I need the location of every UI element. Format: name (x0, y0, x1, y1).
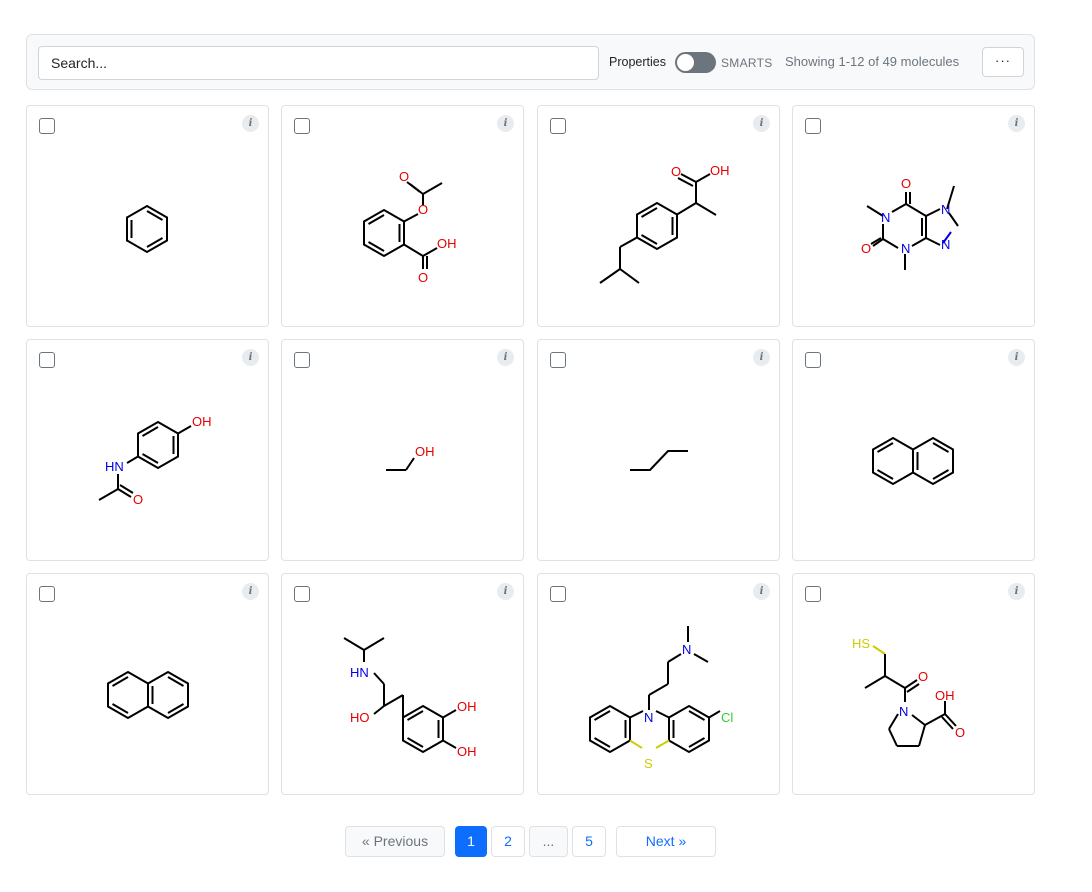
structure-benzene (126, 204, 168, 254)
atom-label: O (918, 669, 928, 684)
smarts-label: SMARTS (721, 56, 773, 70)
molecule-card-aspirin[interactable]: i O O OH O (281, 105, 524, 327)
molecule-card-caffeine[interactable]: i O N N O N N (792, 105, 1035, 327)
atom-label: O (671, 164, 681, 179)
toolbar: Properties SMARTS Showing 1-12 of 49 mol… (26, 34, 1035, 90)
molecule-card-naphthalene-2[interactable]: i (26, 573, 269, 795)
atom-label: HO (350, 710, 370, 725)
atom-label: O (955, 725, 965, 740)
atom-label: OH (935, 688, 955, 703)
molecule-card-benzene[interactable]: i (26, 105, 269, 327)
structure-ibuprofen: O OH (599, 163, 730, 284)
structure-butane (630, 450, 688, 471)
molecule-card-butane[interactable]: i (537, 339, 780, 561)
molecule-card-chlorpromazine[interactable]: i N N Cl S (537, 573, 780, 795)
structure-isoproterenol: HN HO OH OH (343, 637, 477, 759)
structure-paracetamol: OH HN O (98, 414, 212, 507)
toggle-knob (677, 54, 694, 71)
structure-naphthalene (107, 670, 189, 720)
previous-page-button[interactable]: « Previous (345, 826, 445, 857)
more-options-button[interactable]: ··· (982, 47, 1024, 77)
page-2-button[interactable]: 2 (491, 826, 525, 857)
atom-label: O (418, 270, 428, 285)
atom-label: N (901, 241, 910, 256)
atom-label: Cl (721, 710, 733, 725)
atom-label: O (133, 492, 143, 507)
structure-naphthalene (872, 436, 954, 486)
atom-label: OH (415, 444, 435, 459)
structure-ethanol: OH (386, 444, 435, 471)
atom-label: HN (350, 665, 369, 680)
structure-aspirin: O O OH O (363, 169, 457, 285)
molecule-card-paracetamol[interactable]: i OH HN O (26, 339, 269, 561)
atom-label: N (682, 642, 691, 657)
atom-label: N (899, 704, 908, 719)
atom-label: N (941, 202, 950, 217)
atom-label: N (881, 210, 890, 225)
page-1-button[interactable]: 1 (455, 826, 487, 857)
atom-label: HN (105, 459, 124, 474)
molecule-card-captopril[interactable]: i HS O N OH O (792, 573, 1035, 795)
molecule-card-isoproterenol[interactable]: i HN HO OH OH (281, 573, 524, 795)
molecule-card-naphthalene[interactable]: i (792, 339, 1035, 561)
properties-label: Properties (609, 55, 666, 69)
structure-chlorpromazine: N N Cl S (589, 626, 733, 771)
structure-caffeine: O N N O N N (861, 176, 959, 270)
molecule-card-ibuprofen[interactable]: i O OH (537, 105, 780, 327)
atom-label: OH (710, 163, 730, 178)
atom-label: N (644, 710, 653, 725)
atom-label: OH (192, 414, 212, 429)
atom-label: OH (437, 236, 457, 251)
structure-captopril: HS O N OH O (852, 636, 965, 747)
search-input[interactable] (38, 46, 599, 80)
atom-label: O (901, 176, 911, 191)
properties-smarts-toggle[interactable] (675, 52, 716, 73)
results-count: Showing 1-12 of 49 molecules (785, 54, 960, 69)
atom-label: OH (457, 699, 477, 714)
atom-label: O (418, 202, 428, 217)
atom-label: N (941, 237, 950, 252)
atom-label: O (399, 169, 409, 184)
page-ellipsis: ... (529, 826, 568, 857)
page-5-button[interactable]: 5 (572, 826, 606, 857)
atom-label: O (861, 241, 871, 256)
next-page-button[interactable]: Next » (616, 826, 716, 857)
atom-label: S (644, 756, 653, 771)
molecule-card-ethanol[interactable]: i OH (281, 339, 524, 561)
atom-label: OH (457, 744, 477, 759)
atom-label: HS (852, 636, 870, 651)
